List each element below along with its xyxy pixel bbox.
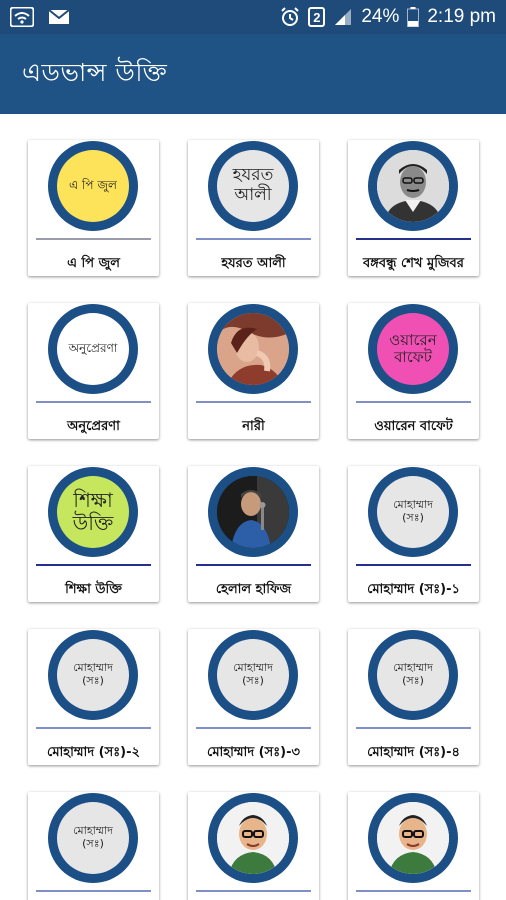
card-label: মোহাম্মাদ (সঃ)-২	[47, 745, 140, 760]
thumb-ring: হযরত আলী	[208, 141, 298, 231]
card-divider	[196, 564, 311, 566]
content-area[interactable]: এ পি জুল এ পি জুল হযরত আলী হযরত আলী বঙ্গ…	[0, 114, 506, 900]
category-card-portrait-1[interactable]	[188, 792, 319, 900]
card-label: হেলাল হাফিজ	[215, 582, 292, 597]
thumb-muhammad: মোহাম্মাদ (সঃ)	[57, 802, 129, 874]
portrait-image	[217, 476, 289, 548]
category-card-portrait-2[interactable]	[348, 792, 479, 900]
card-divider	[36, 890, 151, 892]
thumb-hazrat-ali: হযরত আলী	[217, 150, 289, 222]
mail-icon	[48, 9, 70, 25]
thumb-ring: অনুপ্রেরণা	[48, 304, 138, 394]
thumb-muhammad: মোহাম্মাদ (সঃ)	[217, 639, 289, 711]
card-label: এ পি জুল	[67, 256, 120, 271]
alarm-icon	[280, 7, 300, 27]
card-label: মোহাম্মাদ (সঃ)-১	[367, 582, 460, 597]
portrait-image	[217, 313, 289, 385]
thumb-education: শিক্ষা উক্তি	[57, 476, 129, 548]
status-bar: 2 24% 2:19 pm	[0, 0, 506, 34]
wifi-icon	[10, 7, 34, 27]
category-card-hazrat-ali[interactable]: হযরত আলী হযরত আলী	[188, 140, 319, 276]
card-divider	[356, 401, 471, 403]
thumb-ring: মোহাম্মাদ (সঃ)	[48, 630, 138, 720]
category-card-muhammad-1[interactable]: মোহাম্মাদ (সঃ) মোহাম্মাদ (সঃ)-১	[348, 466, 479, 602]
card-label: ওয়ারেন বাফেট	[374, 419, 453, 434]
category-card-muhammad-5[interactable]: মোহাম্মাদ (সঃ)	[28, 792, 159, 900]
thumb-muhammad: মোহাম্মাদ (সঃ)	[377, 639, 449, 711]
card-label: মোহাম্মাদ (সঃ)-৪	[367, 745, 460, 760]
category-grid: এ পি জুল এ পি জুল হযরত আলী হযরত আলী বঙ্গ…	[28, 140, 480, 900]
category-card-education[interactable]: শিক্ষা উক্তি শিক্ষা উক্তি	[28, 466, 159, 602]
card-label: মোহাম্মাদ (সঃ)-৩	[207, 745, 300, 760]
card-divider	[356, 727, 471, 729]
thumb-ring	[208, 467, 298, 557]
thumb-ring	[368, 141, 458, 231]
category-card-women[interactable]: নারী	[188, 303, 319, 439]
clock: 2:19 pm	[427, 6, 496, 27]
thumb-ring: মোহাম্মাদ (সঃ)	[368, 630, 458, 720]
card-divider	[196, 890, 311, 892]
battery-icon	[407, 7, 420, 27]
thumb-ring	[208, 304, 298, 394]
category-card-muhammad-2[interactable]: মোহাম্মাদ (সঃ) মোহাম্মাদ (সঃ)-২	[28, 629, 159, 765]
thumb-ring	[208, 793, 298, 883]
card-label: হযরত আলী	[221, 256, 286, 271]
thumb-muhammad: মোহাম্মাদ (সঃ)	[57, 639, 129, 711]
portrait-image	[217, 802, 289, 874]
category-card-muhammad-4[interactable]: মোহাম্মাদ (সঃ) মোহাম্মাদ (সঃ)-৪	[348, 629, 479, 765]
thumb-ring: শিক্ষা উক্তি	[48, 467, 138, 557]
card-divider	[36, 727, 151, 729]
thumb-ring: মোহাম্মাদ (সঃ)	[48, 793, 138, 883]
thumb-ring: ওয়ারেন বাফেট	[368, 304, 458, 394]
category-card-muhammad-3[interactable]: মোহাম্মাদ (সঃ) মোহাম্মাদ (সঃ)-৩	[188, 629, 319, 765]
category-card-helal-hafiz[interactable]: হেলাল হাফিজ	[188, 466, 319, 602]
sim-icon: 2	[308, 7, 326, 27]
card-divider	[356, 238, 471, 240]
card-divider	[196, 238, 311, 240]
signal-icon	[333, 7, 353, 27]
thumb-inspiration: অনুপ্রেরণা	[57, 313, 129, 385]
card-label: শিক্ষা উক্তি	[65, 582, 122, 597]
thumb-warren-buffett: ওয়ারেন বাফেট	[377, 313, 449, 385]
portrait-image	[377, 150, 449, 222]
battery-percent: 24%	[361, 6, 400, 27]
category-card-apj[interactable]: এ পি জুল এ পি জুল	[28, 140, 159, 276]
card-divider	[36, 238, 151, 240]
thumb-ring: মোহাম্মাদ (সঃ)	[368, 467, 458, 557]
card-label: অনুপ্রেরণা	[67, 419, 120, 434]
app-title: এডভান্স উক্তি	[22, 57, 168, 87]
card-divider	[196, 401, 311, 403]
thumb-ring: মোহাম্মাদ (সঃ)	[208, 630, 298, 720]
portrait-image	[377, 802, 449, 874]
thumb-ring	[368, 793, 458, 883]
card-label: নারী	[242, 419, 265, 434]
category-card-bangabandhu[interactable]: বঙ্গবন্ধু শেখ মুজিবর	[348, 140, 479, 276]
card-divider	[356, 890, 471, 892]
card-label: বঙ্গবন্ধু শেখ মুজিবর	[363, 256, 464, 271]
thumb-ring: এ পি জুল	[48, 141, 138, 231]
thumb-muhammad: মোহাম্মাদ (সঃ)	[377, 476, 449, 548]
card-divider	[196, 727, 311, 729]
card-divider	[36, 564, 151, 566]
app-bar: এডভান্স উক্তি	[0, 34, 506, 114]
category-card-inspiration[interactable]: অনুপ্রেরণা অনুপ্রেরণা	[28, 303, 159, 439]
thumb-apj: এ পি জুল	[57, 150, 129, 222]
card-divider	[356, 564, 471, 566]
card-divider	[36, 401, 151, 403]
category-card-warren-buffett[interactable]: ওয়ারেন বাফেট ওয়ারেন বাফেট	[348, 303, 479, 439]
